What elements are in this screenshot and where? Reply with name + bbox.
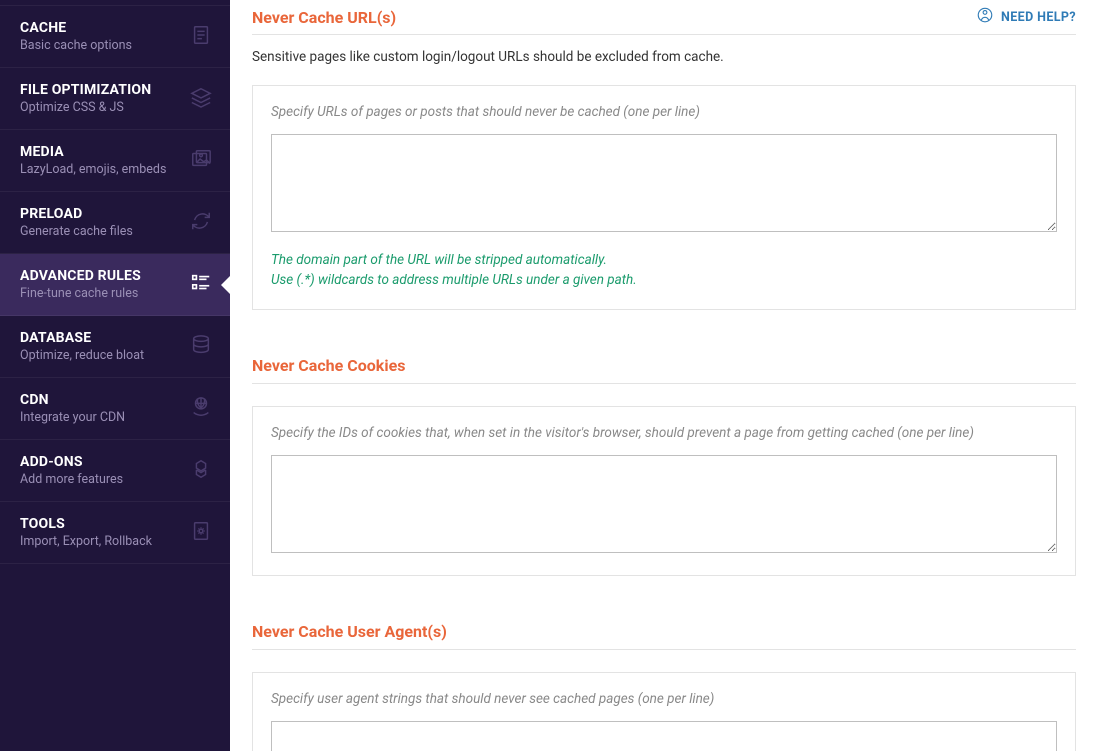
section-title-never-cache-urls: Never Cache URL(s) xyxy=(252,8,396,27)
hint-line: Use (.*) wildcards to address multiple U… xyxy=(271,270,1057,290)
sidebar-item-title: PRELOAD xyxy=(20,206,133,222)
sidebar-item-subtitle: Fine-tune cache rules xyxy=(20,286,141,301)
sidebar-item-preload[interactable]: PRELOAD Generate cache files xyxy=(0,192,230,254)
blocks-icon xyxy=(190,458,212,484)
gear-file-icon xyxy=(190,520,212,546)
never-cache-cookies-textarea[interactable] xyxy=(271,455,1057,553)
field-hint: The domain part of the URL will be strip… xyxy=(271,250,1057,291)
never-cache-user-agents-textarea[interactable] xyxy=(271,721,1057,751)
field-box-never-cache-urls: Specify URLs of pages or posts that shou… xyxy=(252,85,1076,310)
sidebar-item-subtitle: Generate cache files xyxy=(20,224,133,239)
layers-icon xyxy=(190,86,212,112)
main-content: Never Cache URL(s) NEED HELP? Sensitive … xyxy=(230,0,1112,751)
sidebar-item-title: DATABASE xyxy=(20,330,144,346)
field-box-never-cache-cookies: Specify the IDs of cookies that, when se… xyxy=(252,406,1076,576)
list-icon xyxy=(190,272,212,298)
sidebar-item-subtitle: Optimize, reduce bloat xyxy=(20,348,144,363)
sidebar-item-tools[interactable]: TOOLS Import, Export, Rollback xyxy=(0,502,230,564)
images-icon xyxy=(190,148,212,174)
section-desc: Sensitive pages like custom login/logout… xyxy=(252,49,1076,65)
sidebar-item-subtitle: Add more features xyxy=(20,472,123,487)
sidebar-item-cdn[interactable]: CDN Integrate your CDN xyxy=(0,378,230,440)
sidebar-item-addons[interactable]: ADD-ONS Add more features xyxy=(0,440,230,502)
field-label: Specify URLs of pages or posts that shou… xyxy=(271,104,1057,120)
need-help-label: NEED HELP? xyxy=(1001,10,1076,25)
refresh-icon xyxy=(190,210,212,236)
database-icon xyxy=(190,334,212,360)
section-title-never-cache-user-agents: Never Cache User Agent(s) xyxy=(252,622,1076,641)
hint-line: The domain part of the URL will be strip… xyxy=(271,250,1057,270)
globe-hand-icon xyxy=(190,396,212,422)
sidebar-item-subtitle: Optimize CSS & JS xyxy=(20,100,151,115)
sidebar-item-media[interactable]: MEDIA LazyLoad, emojis, embeds xyxy=(0,130,230,192)
need-help-link[interactable]: NEED HELP? xyxy=(976,6,1076,28)
field-box-never-cache-user-agents: Specify user agent strings that should n… xyxy=(252,672,1076,751)
sidebar-item-title: ADVANCED RULES xyxy=(20,268,141,284)
sidebar-item-file-optimization[interactable]: FILE OPTIMIZATION Optimize CSS & JS xyxy=(0,68,230,130)
sidebar-item-database[interactable]: DATABASE Optimize, reduce bloat xyxy=(0,316,230,378)
sidebar-item-title: CACHE xyxy=(20,20,132,36)
sidebar-item-subtitle: Basic cache options xyxy=(20,38,132,53)
sidebar-item-title: MEDIA xyxy=(20,144,166,160)
help-icon xyxy=(976,6,994,28)
sidebar-item-title: ADD-ONS xyxy=(20,454,123,470)
field-label: Specify user agent strings that should n… xyxy=(271,691,1057,707)
sidebar-item-subtitle: Integrate your CDN xyxy=(20,410,125,425)
document-icon xyxy=(190,24,212,50)
field-label: Specify the IDs of cookies that, when se… xyxy=(271,425,1057,441)
sidebar-item-subtitle: Import, Export, Rollback xyxy=(20,534,152,549)
sidebar: CACHE Basic cache options FILE OPTIMIZAT… xyxy=(0,0,230,751)
never-cache-urls-textarea[interactable] xyxy=(271,134,1057,232)
sidebar-item-title: FILE OPTIMIZATION xyxy=(20,82,151,98)
sidebar-item-title: CDN xyxy=(20,392,125,408)
sidebar-item-cache[interactable]: CACHE Basic cache options xyxy=(0,6,230,68)
section-title-never-cache-cookies: Never Cache Cookies xyxy=(252,356,1076,375)
sidebar-item-advanced-rules[interactable]: ADVANCED RULES Fine-tune cache rules xyxy=(0,254,230,316)
sidebar-item-subtitle: LazyLoad, emojis, embeds xyxy=(20,162,166,177)
sidebar-item-title: TOOLS xyxy=(20,516,152,532)
